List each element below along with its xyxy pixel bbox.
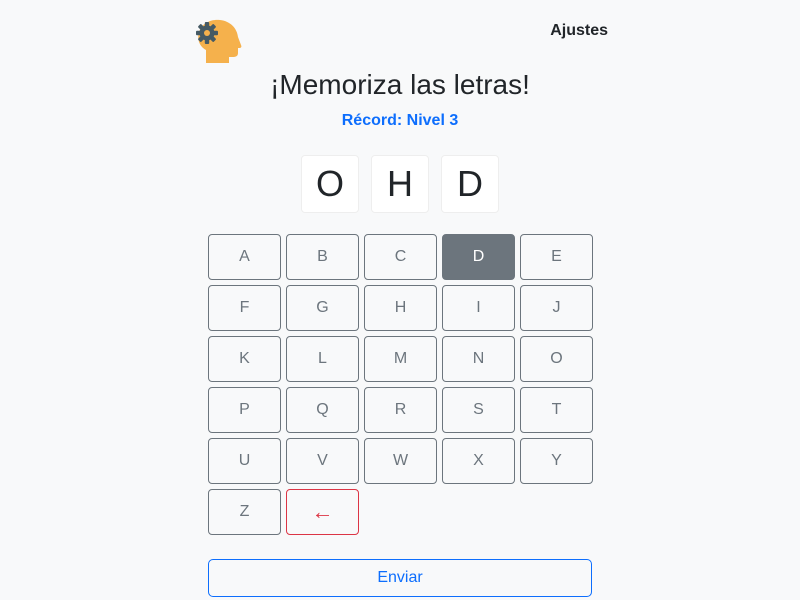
key-b[interactable]: B bbox=[286, 234, 359, 280]
app: Ajustes ¡Memoriza las letras! Récord: Ni… bbox=[0, 0, 800, 600]
key-t[interactable]: T bbox=[520, 387, 593, 433]
key-z[interactable]: Z bbox=[208, 489, 281, 535]
submit-button[interactable]: Enviar bbox=[208, 559, 592, 597]
brain-gear-icon bbox=[192, 16, 244, 66]
key-s[interactable]: S bbox=[442, 387, 515, 433]
key-w[interactable]: W bbox=[364, 438, 437, 484]
key-x[interactable]: X bbox=[442, 438, 515, 484]
key-g[interactable]: G bbox=[286, 285, 359, 331]
sequence-letter: D bbox=[441, 155, 499, 213]
key-q[interactable]: Q bbox=[286, 387, 359, 433]
sequence-letter: H bbox=[371, 155, 429, 213]
key-u[interactable]: U bbox=[208, 438, 281, 484]
key-p[interactable]: P bbox=[208, 387, 281, 433]
key-c[interactable]: C bbox=[364, 234, 437, 280]
record-level: Récord: Nivel 3 bbox=[341, 112, 459, 129]
key-e[interactable]: E bbox=[520, 234, 593, 280]
key-j[interactable]: J bbox=[520, 285, 593, 331]
key-f[interactable]: F bbox=[208, 285, 281, 331]
key-i[interactable]: I bbox=[442, 285, 515, 331]
key-r[interactable]: R bbox=[364, 387, 437, 433]
key-n[interactable]: N bbox=[442, 336, 515, 382]
settings-link[interactable]: Ajustes bbox=[550, 22, 608, 40]
key-o[interactable]: O bbox=[520, 336, 593, 382]
key-m[interactable]: M bbox=[364, 336, 437, 382]
key-l[interactable]: L bbox=[286, 336, 359, 382]
key-y[interactable]: Y bbox=[520, 438, 593, 484]
letter-keyboard: A B C D E F G H I J K L M N O P Q R S T U V W X Y Z ← bbox=[208, 234, 593, 535]
sequence-letter: O bbox=[301, 155, 359, 213]
page-title: ¡Memoriza las letras! bbox=[270, 69, 530, 100]
key-k[interactable]: K bbox=[208, 336, 281, 382]
key-h[interactable]: H bbox=[364, 285, 437, 331]
key-v[interactable]: V bbox=[286, 438, 359, 484]
letter-sequence: O H D bbox=[0, 155, 800, 213]
key-d[interactable]: D bbox=[442, 234, 515, 280]
backspace-button[interactable]: ← bbox=[286, 489, 359, 535]
key-a[interactable]: A bbox=[208, 234, 281, 280]
